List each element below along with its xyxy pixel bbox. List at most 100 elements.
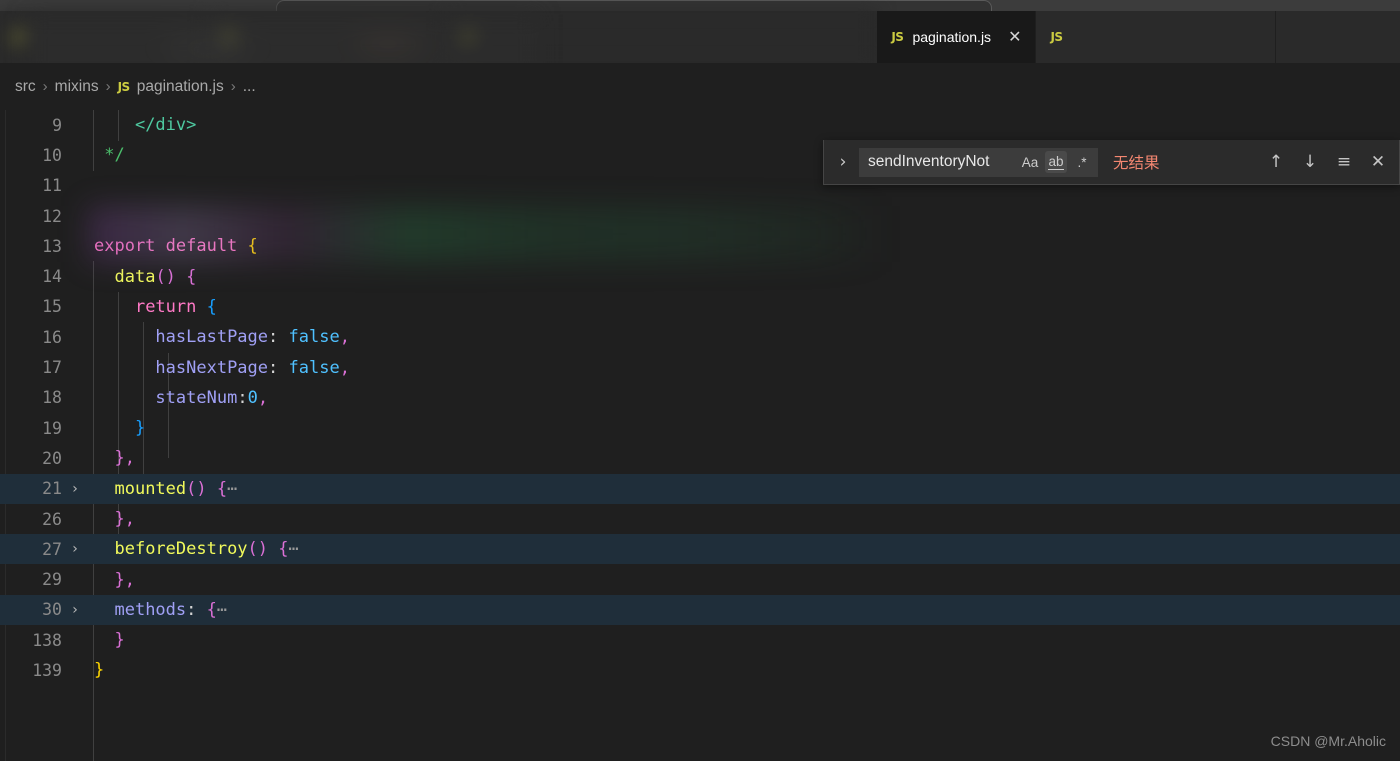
tab-bar-empty-space xyxy=(1275,11,1400,63)
code-line[interactable]: 21 › mounted() {⋯ xyxy=(0,473,1400,504)
line-number: 12 xyxy=(42,206,62,226)
whole-word-label: ab xyxy=(1048,154,1064,170)
tab-blurred-2[interactable]: JS xyxy=(209,11,449,63)
code-line[interactable]: 138 } xyxy=(0,625,1400,655)
line-number: 20 xyxy=(42,448,62,468)
find-input[interactable]: sendInventoryNot Aa ab .* xyxy=(859,147,1098,177)
chevron-right-icon: › xyxy=(42,78,48,95)
line-number: 15 xyxy=(42,297,62,317)
js-file-icon: JS xyxy=(223,30,236,44)
editor-tab-bar: JS JS JS JS pagination.js ✕ JS xyxy=(0,11,1400,63)
line-number: 11 xyxy=(42,176,62,196)
code-line[interactable]: 26 }, xyxy=(0,504,1400,534)
code-text: hasLastPage: false, xyxy=(155,327,350,348)
code-line[interactable]: 30 › methods: {⋯ xyxy=(0,594,1400,626)
breadcrumb-item-src[interactable]: src xyxy=(15,78,36,96)
fold-chevron-icon[interactable]: › xyxy=(62,541,88,557)
match-case-toggle[interactable]: Aa xyxy=(1019,151,1041,173)
find-result-count: 无结果 xyxy=(1113,154,1160,172)
js-file-icon: JS xyxy=(1050,30,1063,44)
breadcrumb-label: ... xyxy=(242,77,256,95)
code-line[interactable]: 139} xyxy=(0,655,1400,685)
chevron-right-icon: › xyxy=(105,78,111,95)
js-file-icon: JS xyxy=(117,79,131,94)
code-line[interactable]: 19 } xyxy=(0,413,1400,443)
code-line[interactable]: 9 </div> xyxy=(0,110,1400,140)
breadcrumb-item-mixins[interactable]: mixins xyxy=(55,78,99,96)
code-text: data() { xyxy=(114,266,197,287)
code-lines-container[interactable]: 9 </div> 10 */11 12 13 export default {14 da… xyxy=(0,110,1400,686)
line-number: 9 xyxy=(52,115,62,135)
find-widget[interactable]: › sendInventoryNot Aa ab .* 无结果 ↑ ↓ ≡ ✕ xyxy=(823,140,1400,185)
tab-pagination-js[interactable]: JS pagination.js ✕ xyxy=(877,11,1037,63)
code-line[interactable]: 20 }, xyxy=(0,443,1400,473)
code-line[interactable]: 14 data() { xyxy=(0,261,1400,291)
code-line[interactable]: 27 › beforeDestroy() {⋯ xyxy=(0,534,1400,565)
line-number: 26 xyxy=(42,509,62,529)
line-number: 17 xyxy=(42,358,62,378)
breadcrumb: src › mixins › JS pagination.js › ... xyxy=(0,63,1400,110)
line-number: 139 xyxy=(32,660,62,680)
code-text: }, xyxy=(114,448,135,469)
line-number: 138 xyxy=(32,630,62,650)
fold-chevron-icon[interactable]: › xyxy=(62,481,88,497)
next-match-icon[interactable]: ↓ xyxy=(1299,151,1321,173)
find-input-value: sendInventoryNot xyxy=(868,153,990,170)
breadcrumb-item-symbol[interactable]: ... xyxy=(243,78,256,96)
line-number: 29 xyxy=(42,570,62,590)
code-line[interactable]: 16 hasLastPage: false, xyxy=(0,322,1400,352)
line-number: 18 xyxy=(42,388,62,408)
code-text: return { xyxy=(134,296,217,317)
line-number: 16 xyxy=(42,327,62,347)
line-number: 14 xyxy=(42,267,62,287)
code-line[interactable]: 13 export default { xyxy=(0,231,1400,261)
tab-blurred-1[interactable]: JS xyxy=(0,11,210,63)
code-text: export default { xyxy=(94,236,258,257)
js-file-icon: JS xyxy=(891,30,904,44)
js-file-icon: JS xyxy=(462,30,475,44)
breadcrumb-label: src xyxy=(15,77,36,95)
code-text: beforeDestroy() {⋯ xyxy=(114,539,299,560)
vscode-window: JS JS JS JS pagination.js ✕ JS V xyxy=(0,0,1400,761)
code-line[interactable]: 29 }, xyxy=(0,564,1400,594)
toggle-replace-icon[interactable]: › xyxy=(832,152,854,172)
code-line[interactable]: 15 return { xyxy=(0,292,1400,322)
code-text: mounted() {⋯ xyxy=(114,478,238,499)
tab-blurred-3[interactable]: JS xyxy=(448,11,878,63)
breadcrumb-item-pagination-js[interactable]: JS pagination.js xyxy=(118,78,224,96)
code-text: } xyxy=(114,630,125,651)
code-text: methods: {⋯ xyxy=(114,599,228,620)
close-icon[interactable]: ✕ xyxy=(1008,29,1021,45)
regex-toggle[interactable]: .* xyxy=(1071,151,1093,173)
js-file-icon: JS xyxy=(14,30,27,44)
line-number: 21 xyxy=(42,479,62,499)
line-number: 10 xyxy=(42,145,62,165)
code-text: }, xyxy=(114,569,135,590)
tab-blurred-4[interactable]: JS xyxy=(1036,11,1276,63)
line-number: 13 xyxy=(42,236,62,256)
code-text: stateNum:0, xyxy=(155,387,269,408)
code-line[interactable]: 17 hasNextPage: false, xyxy=(0,352,1400,382)
line-number: 19 xyxy=(42,418,62,438)
find-in-selection-icon[interactable]: ≡ xyxy=(1333,151,1355,173)
watermark: CSDN @Mr.Aholic xyxy=(1270,733,1386,749)
close-find-icon[interactable]: ✕ xyxy=(1367,151,1389,173)
previous-match-icon[interactable]: ↑ xyxy=(1265,151,1287,173)
find-actions: ↑ ↓ ≡ ✕ xyxy=(1265,151,1389,173)
code-line[interactable]: 18 stateNum:0, xyxy=(0,383,1400,413)
breadcrumb-label: mixins xyxy=(54,77,99,95)
code-editor[interactable]: 9 </div> 10 */11 12 13 export default {14 da… xyxy=(0,110,1400,761)
code-text: } xyxy=(134,418,146,439)
code-line[interactable]: 12 xyxy=(0,201,1400,231)
fold-chevron-icon[interactable]: › xyxy=(62,602,88,618)
tab-label: pagination.js xyxy=(912,29,992,45)
code-text: }, xyxy=(114,509,135,529)
line-number: 30 xyxy=(42,600,62,620)
chevron-right-icon: › xyxy=(230,78,236,95)
breadcrumb-label: pagination.js xyxy=(136,77,224,95)
code-text: </div> xyxy=(134,115,197,136)
title-bar-center-panel xyxy=(276,0,992,11)
line-number: 27 xyxy=(42,539,62,559)
code-text: } xyxy=(94,660,105,681)
whole-word-toggle[interactable]: ab xyxy=(1045,151,1067,173)
